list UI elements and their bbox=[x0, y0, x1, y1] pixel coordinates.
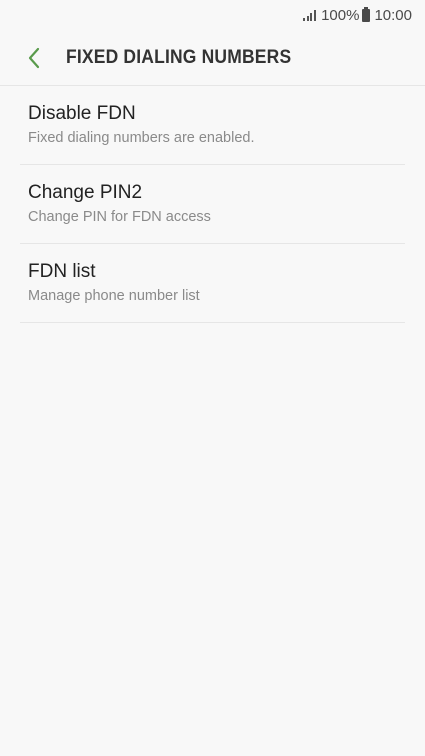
list-item-subtitle: Manage phone number list bbox=[28, 288, 200, 304]
list-item-disable-fdn[interactable]: Disable FDN Fixed dialing numbers are en… bbox=[20, 86, 405, 165]
list-item-title: Change PIN2 bbox=[28, 182, 143, 203]
back-button[interactable] bbox=[14, 38, 54, 78]
battery-icon bbox=[362, 6, 371, 22]
list-item-fdn-list[interactable]: FDN list Manage phone number list bbox=[20, 244, 405, 323]
settings-list: Disable FDN Fixed dialing numbers are en… bbox=[20, 86, 405, 323]
status-bar: 100% 10:00 bbox=[0, 0, 425, 30]
chevron-left-icon bbox=[28, 47, 40, 68]
clock: 10:00 bbox=[374, 6, 412, 24]
list-item-subtitle: Change PIN for FDN access bbox=[28, 209, 211, 225]
signal-icon bbox=[303, 9, 317, 21]
list-item-title: FDN list bbox=[28, 261, 96, 282]
page-title: FIXED DIALING NUMBERS bbox=[66, 46, 292, 68]
list-item-subtitle: Fixed dialing numbers are enabled. bbox=[28, 130, 255, 146]
list-item-title: Disable FDN bbox=[28, 103, 136, 124]
app-bar: FIXED DIALING NUMBERS bbox=[0, 30, 425, 86]
list-item-change-pin2[interactable]: Change PIN2 Change PIN for FDN access bbox=[20, 165, 405, 244]
battery-percent: 100% bbox=[321, 6, 360, 24]
